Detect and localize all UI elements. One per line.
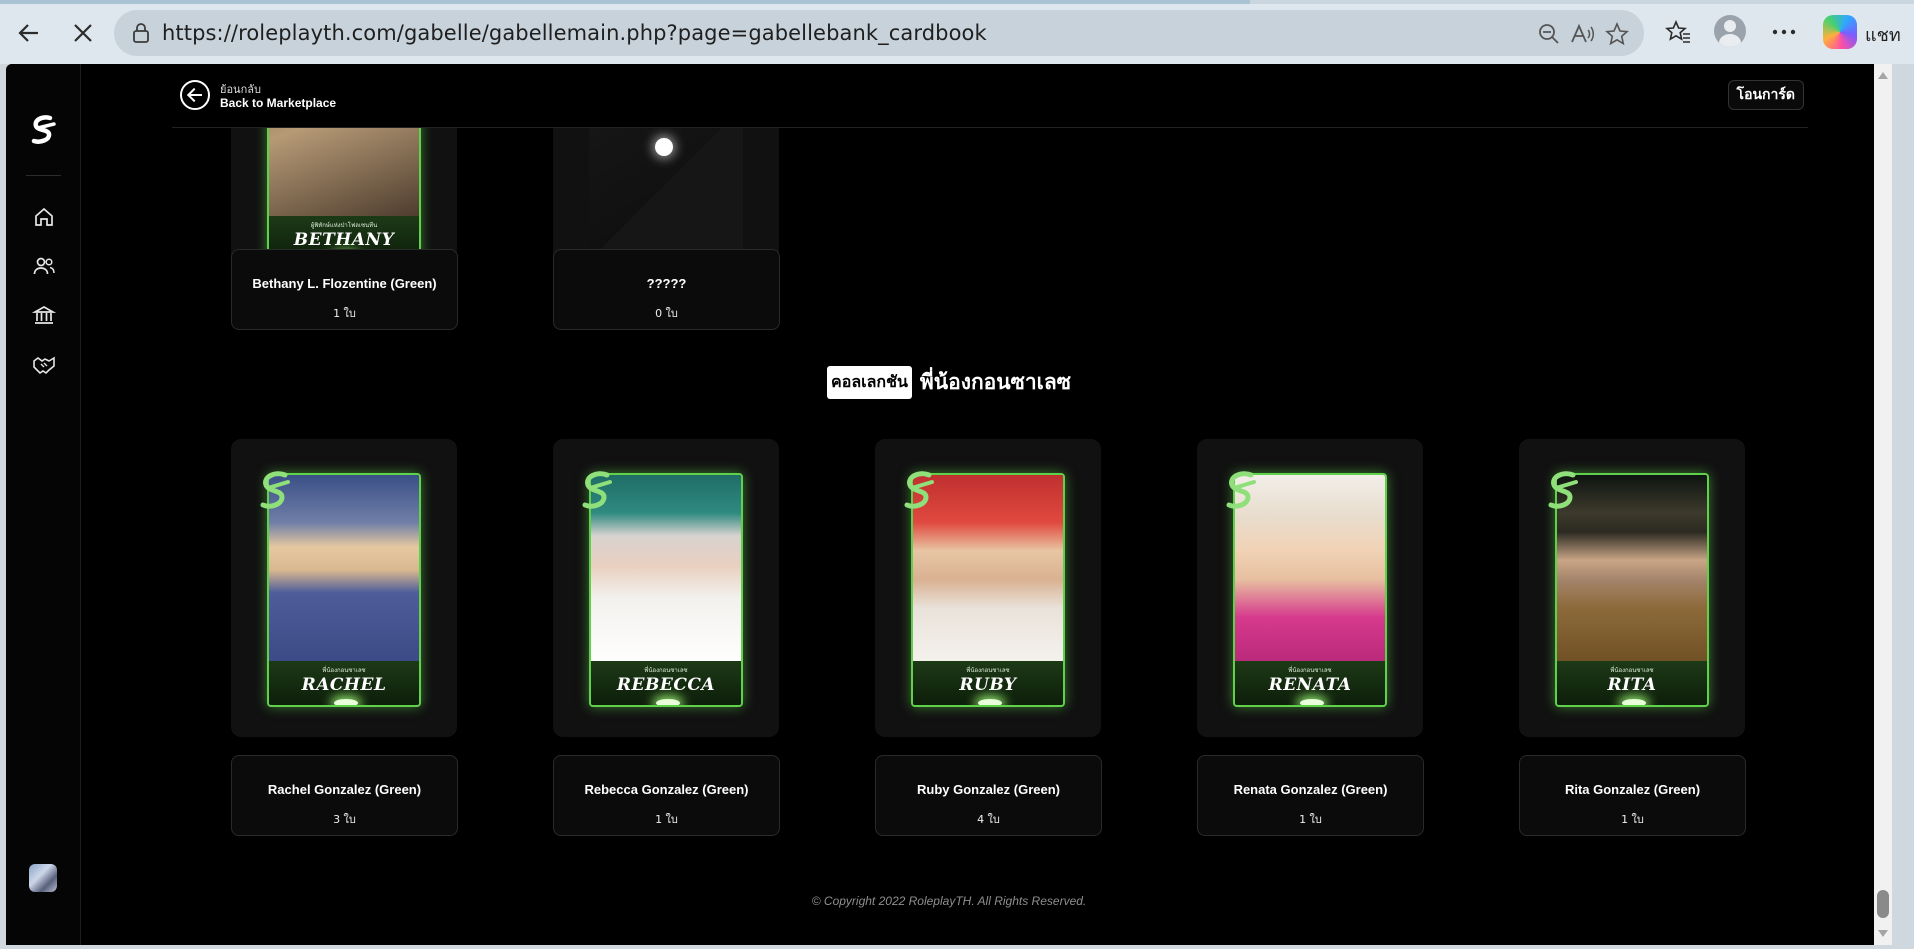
card-logo-icon — [260, 471, 290, 509]
back-to-marketplace-link[interactable]: Back to Marketplace — [220, 96, 336, 110]
card-count: 1 ใบ — [1299, 813, 1322, 826]
collection-badge: คอลเลกชัน — [827, 366, 912, 399]
back-arrow-icon[interactable] — [10, 14, 48, 52]
card-count: 4 ใบ — [977, 813, 1000, 826]
card-count: 1 ใบ — [655, 813, 678, 826]
card-info-unknown: ????? 0 ใบ — [553, 249, 780, 330]
collection-heading: คอลเลกชัน พี่น้องกอนซาเลซ — [6, 366, 1892, 399]
card-info-renata: Renata Gonzalez (Green) 1 ใบ — [1197, 755, 1424, 836]
site-logo-icon[interactable] — [24, 114, 62, 148]
sidebar-divider — [26, 175, 61, 176]
users-icon[interactable] — [32, 254, 56, 278]
sidebar — [6, 64, 81, 945]
card-slot-rita[interactable]: พี่น้องกอนซาเลซ RITA — [1519, 439, 1745, 737]
card-title: Rachel Gonzalez (Green) — [267, 782, 422, 797]
card-slot-renata[interactable]: พี่น้องกอนซาเลซ RENATA — [1197, 439, 1423, 737]
card-count: 1 ใบ — [1621, 813, 1644, 826]
favorites-icon[interactable] — [1660, 14, 1696, 50]
address-bar[interactable]: https://roleplayth.com/gabelle/gabellema… — [114, 10, 1644, 56]
transfer-card-button[interactable]: โอนการ์ด — [1727, 80, 1804, 110]
url-text[interactable]: https://roleplayth.com/gabelle/gabellema… — [162, 21, 987, 45]
scrollbar-thumb[interactable] — [1877, 890, 1889, 918]
site-info-icon[interactable] — [130, 22, 152, 44]
card-count: 1 ใบ — [333, 307, 356, 320]
card-info-rita: Rita Gonzalez (Green) 1 ใบ — [1519, 755, 1746, 836]
user-avatar[interactable] — [29, 864, 57, 892]
card-name: RUBY — [959, 675, 1017, 695]
collection-name: พี่น้องกอนซาเลซ — [919, 370, 1071, 394]
card-title: ????? — [646, 276, 687, 291]
card-slot-rachel[interactable]: พี่น้องกอนซาเลซ RACHEL — [231, 439, 457, 737]
profile-avatar-icon[interactable] — [1714, 15, 1746, 47]
home-icon[interactable] — [32, 205, 56, 229]
bank-icon[interactable] — [32, 303, 56, 327]
card-title: Rebecca Gonzalez (Green) — [584, 782, 749, 797]
card-name: BETHANY — [293, 230, 395, 250]
card-info-bethany: Bethany L. Flozentine (Green) 1 ใบ — [231, 249, 458, 330]
card-info-rachel: Rachel Gonzalez (Green) 3 ใบ — [231, 755, 458, 836]
card-info-ruby: Ruby Gonzalez (Green) 4 ใบ — [875, 755, 1102, 836]
card-count: 0 ใบ — [655, 307, 678, 320]
card-slot-ruby[interactable]: พี่น้องกอนซาเลซ RUBY — [875, 439, 1101, 737]
card-title: Ruby Gonzalez (Green) — [916, 782, 1061, 797]
back-arrow-circle-icon[interactable] — [180, 80, 210, 110]
card-name: RITA — [1607, 675, 1657, 695]
favorite-star-icon[interactable] — [1604, 21, 1630, 47]
loading-bar — [0, 0, 1914, 4]
card-logo-icon — [1548, 471, 1578, 509]
copilot-icon[interactable] — [1823, 15, 1857, 49]
zoom-out-icon[interactable] — [1536, 21, 1562, 47]
card-logo-icon — [904, 471, 934, 509]
card-info-rebecca: Rebecca Gonzalez (Green) 1 ใบ — [553, 755, 780, 836]
card-count: 3 ใบ — [333, 813, 356, 826]
card-logo-icon — [582, 471, 612, 509]
card-title: Bethany L. Flozentine (Green) — [252, 276, 437, 291]
card-name: RENATA — [1268, 675, 1352, 695]
more-options-icon[interactable] — [1766, 14, 1802, 50]
stop-loading-icon[interactable] — [64, 14, 102, 52]
scroll-up-arrow-icon[interactable] — [1878, 72, 1888, 79]
copyright-text: © Copyright 2022 RoleplayTH. All Rights … — [811, 894, 1087, 908]
card-slot-rebecca[interactable]: พี่น้องกอนซาเลซ REBECCA — [553, 439, 779, 737]
card-logo-icon — [1226, 471, 1256, 509]
page-scrollbar[interactable] — [1874, 64, 1892, 945]
card-name: RACHEL — [301, 675, 387, 695]
page-header: ย้อนกลับ Back to Marketplace โอนการ์ด — [172, 64, 1808, 128]
card-title: Rita Gonzalez (Green) — [1564, 782, 1701, 797]
read-aloud-icon[interactable] — [1570, 21, 1596, 47]
page-viewport: ผู้พิทักษ์แห่งป่าโฟลเซนทีน BETHANY Betha… — [6, 64, 1892, 945]
card-title: Renata Gonzalez (Green) — [1233, 782, 1388, 797]
browser-toolbar: https://roleplayth.com/gabelle/gabellema… — [0, 0, 1914, 64]
scroll-down-arrow-icon[interactable] — [1878, 930, 1888, 937]
chat-label[interactable]: แชท — [1865, 20, 1901, 49]
card-name: REBECCA — [616, 675, 716, 695]
